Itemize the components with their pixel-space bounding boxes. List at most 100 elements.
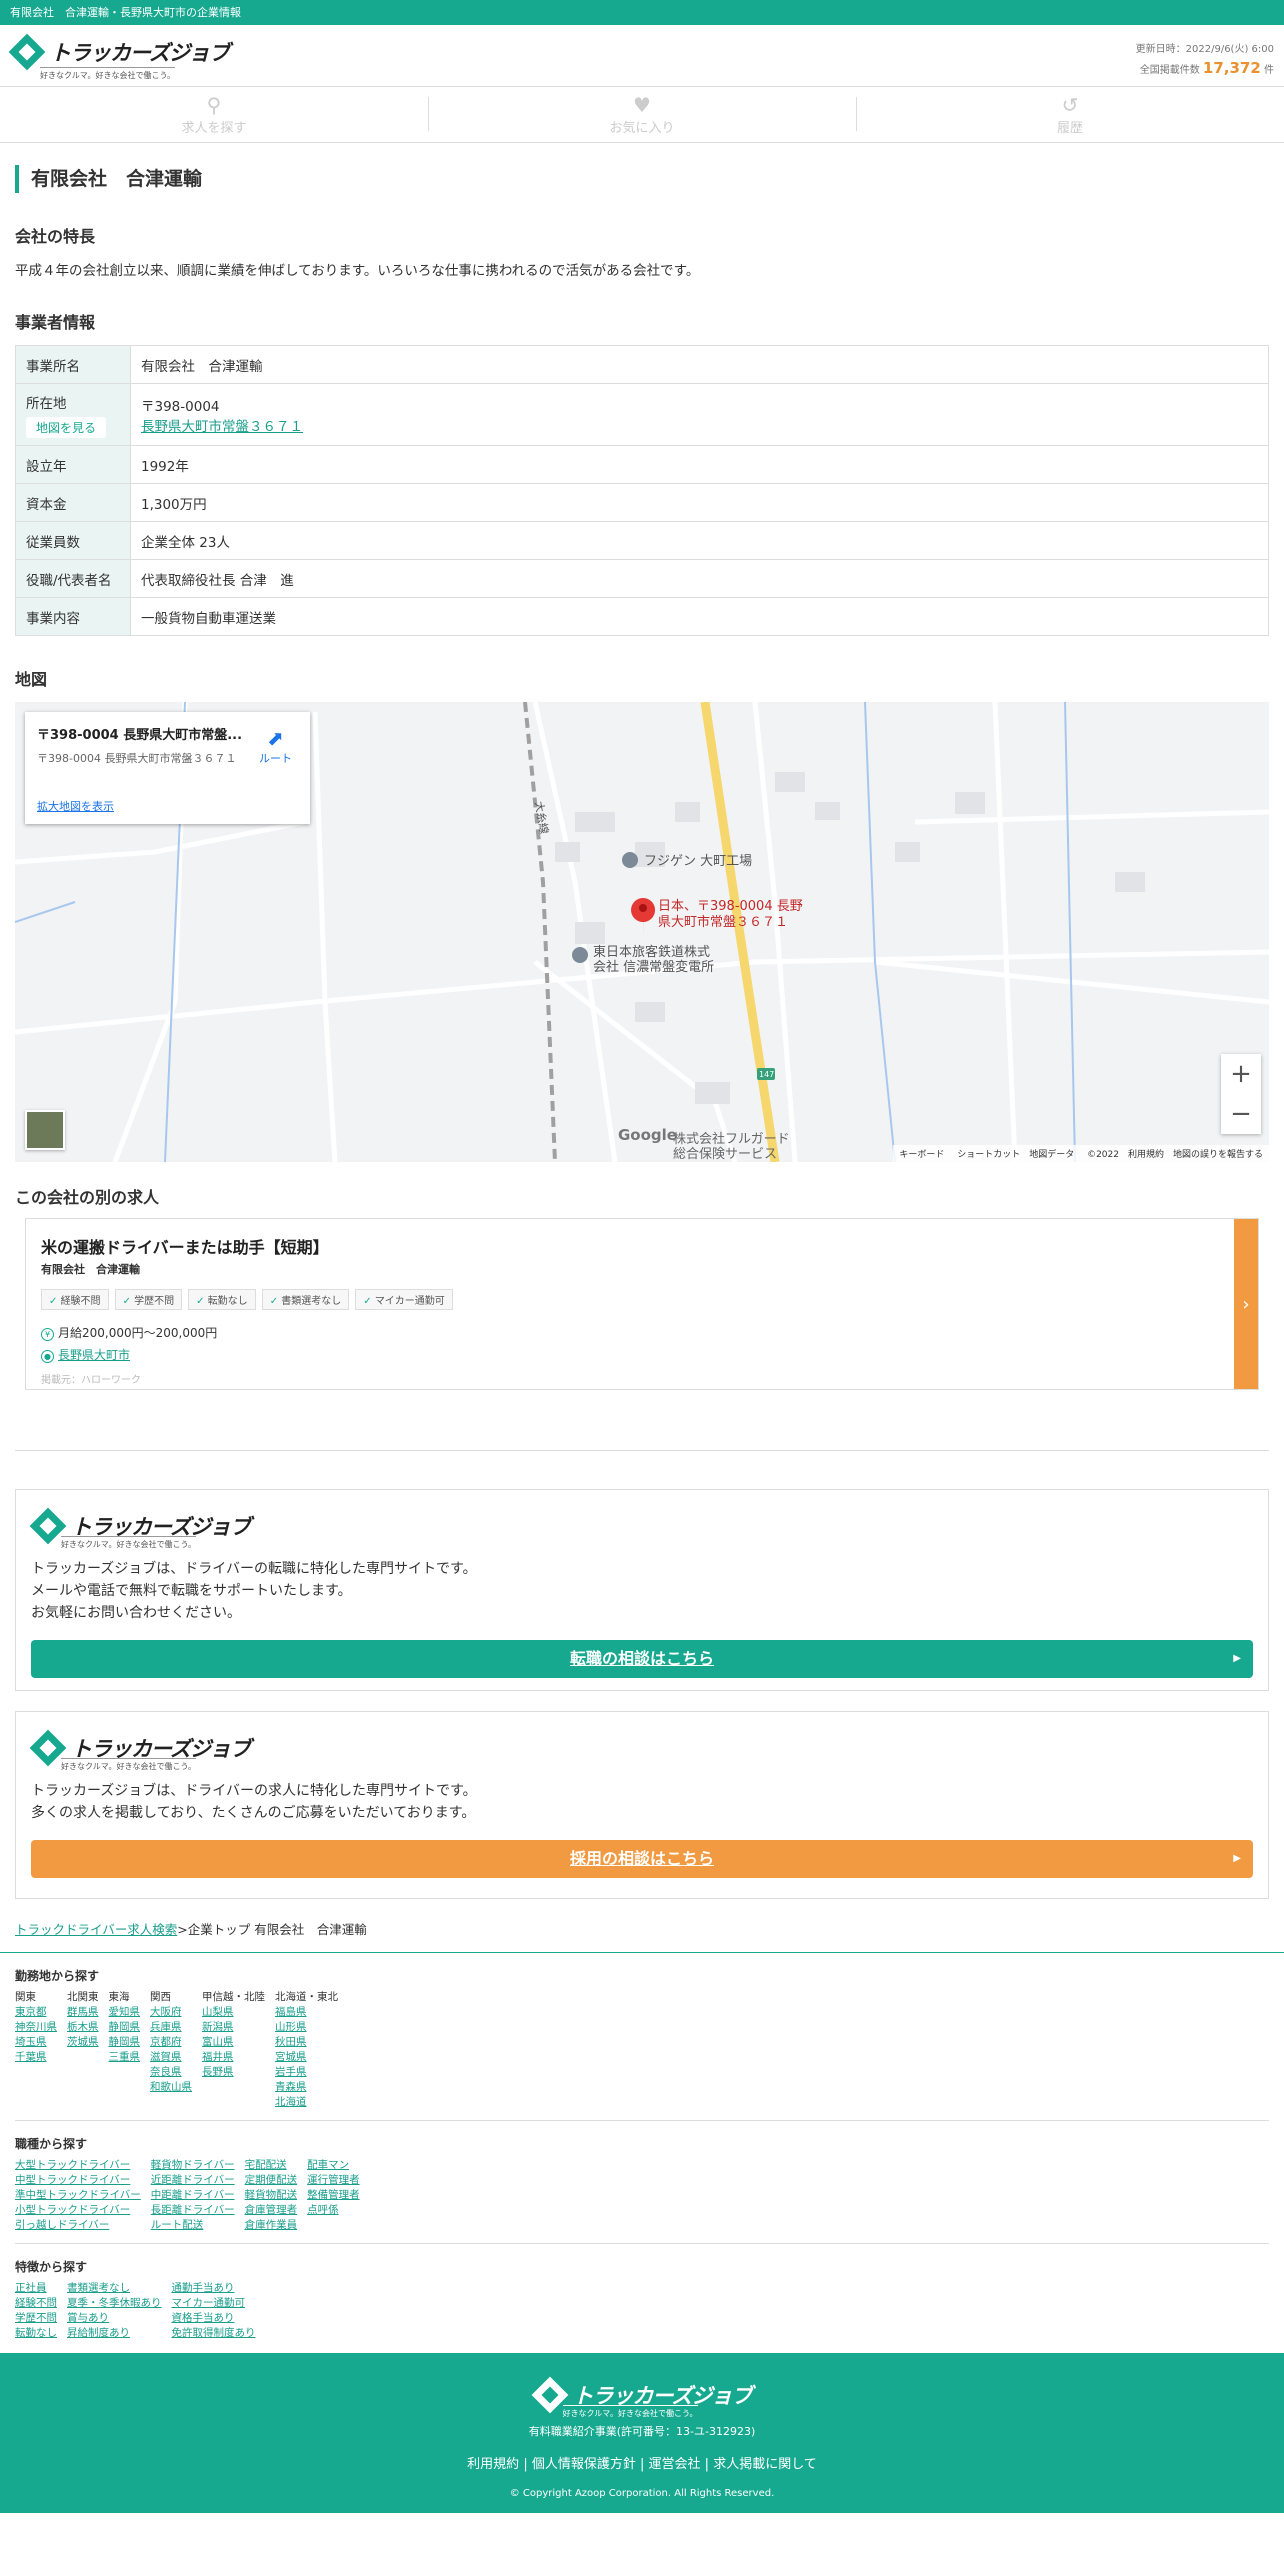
type-link[interactable]: 大型トラックドライバー <box>15 2158 141 2173</box>
area-link[interactable]: 秋田県 <box>275 2035 338 2050</box>
type-link[interactable]: 近距離ドライバー <box>151 2173 235 2188</box>
type-link[interactable]: 引っ越しドライバー <box>15 2218 141 2233</box>
area-link[interactable]: 三重県 <box>109 2050 141 2065</box>
zoom-in-button[interactable]: + <box>1221 1054 1261 1094</box>
type-link[interactable]: 中型トラックドライバー <box>15 2173 141 2188</box>
type-link[interactable]: 軽貨物ドライバー <box>151 2158 235 2173</box>
road-number: 147 <box>759 1070 774 1079</box>
feature-link[interactable]: 通勤手当あり <box>172 2281 256 2296</box>
type-link[interactable]: 点呼係 <box>307 2203 360 2218</box>
type-link[interactable]: 軽貨物配送 <box>245 2188 298 2203</box>
career-consult-button[interactable]: 転職の相談はこちら <box>31 1640 1253 1678</box>
area-link[interactable]: 宮城県 <box>275 2050 338 2065</box>
view-map-button[interactable]: 地図を見る <box>26 416 107 438</box>
route-button[interactable]: ⬈ ルート <box>259 726 292 766</box>
area-link[interactable]: 新潟県 <box>202 2020 265 2035</box>
area-link[interactable]: 茨城県 <box>67 2035 99 2050</box>
type-link[interactable]: 小型トラックドライバー <box>15 2203 141 2218</box>
area-link[interactable]: 静岡県 <box>109 2035 141 2050</box>
main-nav: ⚲ 求人を探す ♥ お気に入り ↺ 履歴 <box>0 87 1284 143</box>
type-link[interactable]: 宅配配送 <box>245 2158 298 2173</box>
business-heading: 事業者情報 <box>15 313 96 332</box>
footer-logo[interactable]: トラッカーズジョブ 好きなクルマ。好きな会社で働こう。 <box>531 2375 752 2418</box>
feature-link[interactable]: 書類選考なし <box>67 2281 162 2296</box>
feature-link[interactable]: 正社員 <box>15 2281 57 2296</box>
zoom-out-button[interactable]: − <box>1221 1094 1261 1134</box>
area-link[interactable]: 福島県 <box>275 2005 338 2020</box>
type-link[interactable]: 長距離ドライバー <box>151 2203 235 2218</box>
job-location-link[interactable]: 長野県大町市 <box>58 1348 130 1362</box>
area-link[interactable]: 兵庫県 <box>150 2020 192 2035</box>
footer-link-privacy[interactable]: 個人情報保護方針 <box>532 2457 636 2472</box>
area-link[interactable]: 神奈川県 <box>15 2020 57 2035</box>
promo-line: トラッカーズジョブは、ドライバーの求人に特化した専門サイトです。 <box>31 1783 477 1799</box>
feature-link[interactable]: 夏季・冬季休暇あり <box>67 2296 162 2311</box>
area-link[interactable]: 奈良県 <box>150 2065 192 2080</box>
type-link[interactable]: 中距離ドライバー <box>151 2188 235 2203</box>
area-link[interactable]: 北海道 <box>275 2095 338 2110</box>
area-link[interactable]: 東京都 <box>15 2005 57 2020</box>
area-link[interactable]: 静岡県 <box>109 2020 141 2035</box>
promo-text: トラッカーズジョブは、ドライバーの求人に特化した専門サイトです。 多くの求人を掲載… <box>31 1780 1253 1824</box>
area-link[interactable]: 青森県 <box>275 2080 338 2095</box>
area-link[interactable]: 福井県 <box>202 2050 265 2065</box>
nav-search[interactable]: ⚲ 求人を探す <box>0 87 428 142</box>
type-link[interactable]: 倉庫管理者 <box>245 2203 298 2218</box>
job-salary-row: ¥ 月給200,000円〜200,000円 <box>41 1324 1243 1341</box>
type-link[interactable]: 整備管理者 <box>307 2188 360 2203</box>
row-value: 有限会社 合津運輸 <box>130 345 1269 384</box>
feature-link[interactable]: 昇給制度あり <box>67 2326 162 2341</box>
footer-link-listing[interactable]: 求人掲載に関して <box>713 2457 817 2472</box>
area-link[interactable]: 滋賀県 <box>150 2050 192 2065</box>
yen-icon: ¥ <box>41 1328 54 1341</box>
zip-code: 〒398-0004 <box>141 398 220 415</box>
job-card[interactable]: 米の運搬ドライバーまたは助手【短期】 有限会社 合津運輸 経験不問 学歴不問 転… <box>25 1218 1259 1390</box>
area-link[interactable]: 栃木県 <box>67 2020 99 2035</box>
feature-link[interactable]: 賞与あり <box>67 2311 162 2326</box>
nav-history[interactable]: ↺ 履歴 <box>856 87 1284 142</box>
feature-link[interactable]: 経験不問 <box>15 2296 57 2311</box>
type-link[interactable]: 倉庫作業員 <box>245 2218 298 2233</box>
type-link[interactable]: 準中型トラックドライバー <box>15 2188 141 2203</box>
address-link[interactable]: 長野県大町市常盤３６７１ <box>141 419 303 435</box>
area-link[interactable]: 埼玉県 <box>15 2035 57 2050</box>
type-link[interactable]: 定期便配送 <box>245 2173 298 2188</box>
feature-link[interactable]: 転勤なし <box>15 2326 57 2341</box>
job-salary: 月給200,000円〜200,000円 <box>58 1326 218 1340</box>
area-link[interactable]: 愛知県 <box>109 2005 141 2020</box>
feature-link[interactable]: 免許取得制度あり <box>172 2326 256 2341</box>
area-link[interactable]: 山梨県 <box>202 2005 265 2020</box>
area-link[interactable]: 千葉県 <box>15 2050 57 2065</box>
feature-heading: 特徴から探す <box>15 2260 88 2274</box>
history-icon: ↺ <box>1061 93 1079 117</box>
embedded-map[interactable]: 147 大糸線 フジゲン 大町工場 日本、〒398-0004 長野 県大町市常盤… <box>15 702 1269 1162</box>
map-footer[interactable]: キーボード ショートカット 地図データ ©2022 利用規約 地図の誤りを報告す… <box>893 1145 1269 1162</box>
chevron-right-icon[interactable]: › <box>1234 1219 1258 1389</box>
breadcrumb-home-link[interactable]: トラックドライバー求人検索 <box>15 1922 177 1937</box>
area-link[interactable]: 和歌山県 <box>150 2080 192 2095</box>
recruit-consult-button[interactable]: 採用の相談はこちら <box>31 1840 1253 1878</box>
satellite-toggle[interactable] <box>25 1110 65 1150</box>
updated-time: 更新日時：2022/9/6(火) 6:00 <box>1135 44 1274 55</box>
business-info-table: 事業所名 有限会社 合津運輸 所在地 地図を見る 〒398-0004 長野県大町市常盤… <box>15 345 1269 636</box>
area-link[interactable]: 富山県 <box>202 2035 265 2050</box>
area-link[interactable]: 長野県 <box>202 2065 265 2080</box>
type-link[interactable]: ルート配送 <box>151 2218 235 2233</box>
area-link[interactable]: 京都府 <box>150 2035 192 2050</box>
footer-link-terms[interactable]: 利用規約 <box>467 2457 519 2472</box>
features-heading: 会社の特長 <box>15 227 96 246</box>
footer-link-company[interactable]: 運営会社 <box>649 2457 701 2472</box>
type-link[interactable]: 配車マン <box>307 2158 360 2173</box>
feature-link[interactable]: マイカー通勤可 <box>172 2296 256 2311</box>
area-link[interactable]: 岩手県 <box>275 2065 338 2080</box>
site-logo[interactable]: トラッカーズジョブ 好きなクルマ。好きな会社で働こう。 <box>8 33 230 80</box>
area-link[interactable]: 大阪府 <box>150 2005 192 2020</box>
area-link[interactable]: 山形県 <box>275 2020 338 2035</box>
type-link[interactable]: 運行管理者 <box>307 2173 360 2188</box>
area-link[interactable]: 群馬県 <box>67 2005 99 2020</box>
enlarge-map-link[interactable]: 拡大地図を表示 <box>37 798 114 814</box>
breadcrumb: トラックドライバー求人検索>企業トップ 有限会社 合津運輸 <box>0 1919 1284 1953</box>
nav-favorites[interactable]: ♥ お気に入り <box>428 87 856 142</box>
feature-link[interactable]: 資格手当あり <box>172 2311 256 2326</box>
feature-link[interactable]: 学歴不問 <box>15 2311 57 2326</box>
